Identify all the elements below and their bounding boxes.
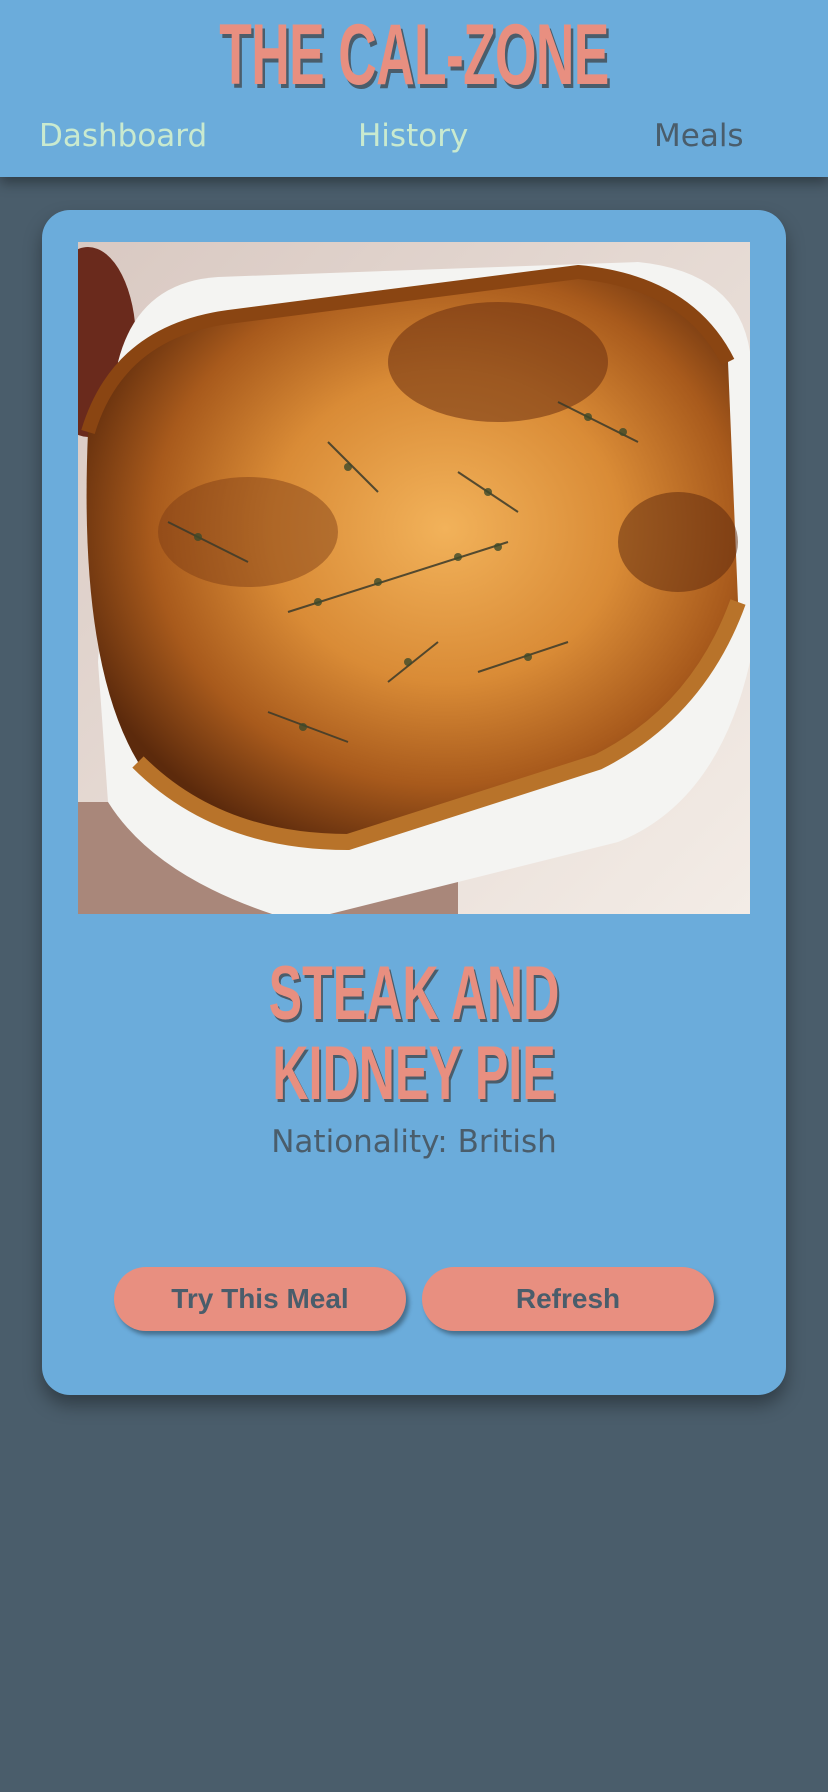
meal-nationality: Nationality: British — [271, 1124, 557, 1160]
meal-title: STEAK AND KIDNEY PIE — [268, 951, 560, 1116]
nav-history[interactable]: History — [358, 112, 468, 160]
meal-image — [78, 242, 750, 914]
try-meal-button[interactable]: Try This Meal — [114, 1267, 406, 1331]
nav-dashboard[interactable]: Dashboard — [39, 112, 207, 160]
nav-meals[interactable]: Meals — [654, 112, 744, 160]
main-nav: Dashboard History Meals — [0, 112, 828, 162]
refresh-button[interactable]: Refresh — [422, 1267, 714, 1331]
app-header: THE CAL-ZONE Dashboard History Meals — [0, 0, 828, 177]
app-title: THE CAL-ZONE — [219, 7, 609, 103]
meal-card: STEAK AND KIDNEY PIE Nationality: Britis… — [42, 210, 786, 1395]
